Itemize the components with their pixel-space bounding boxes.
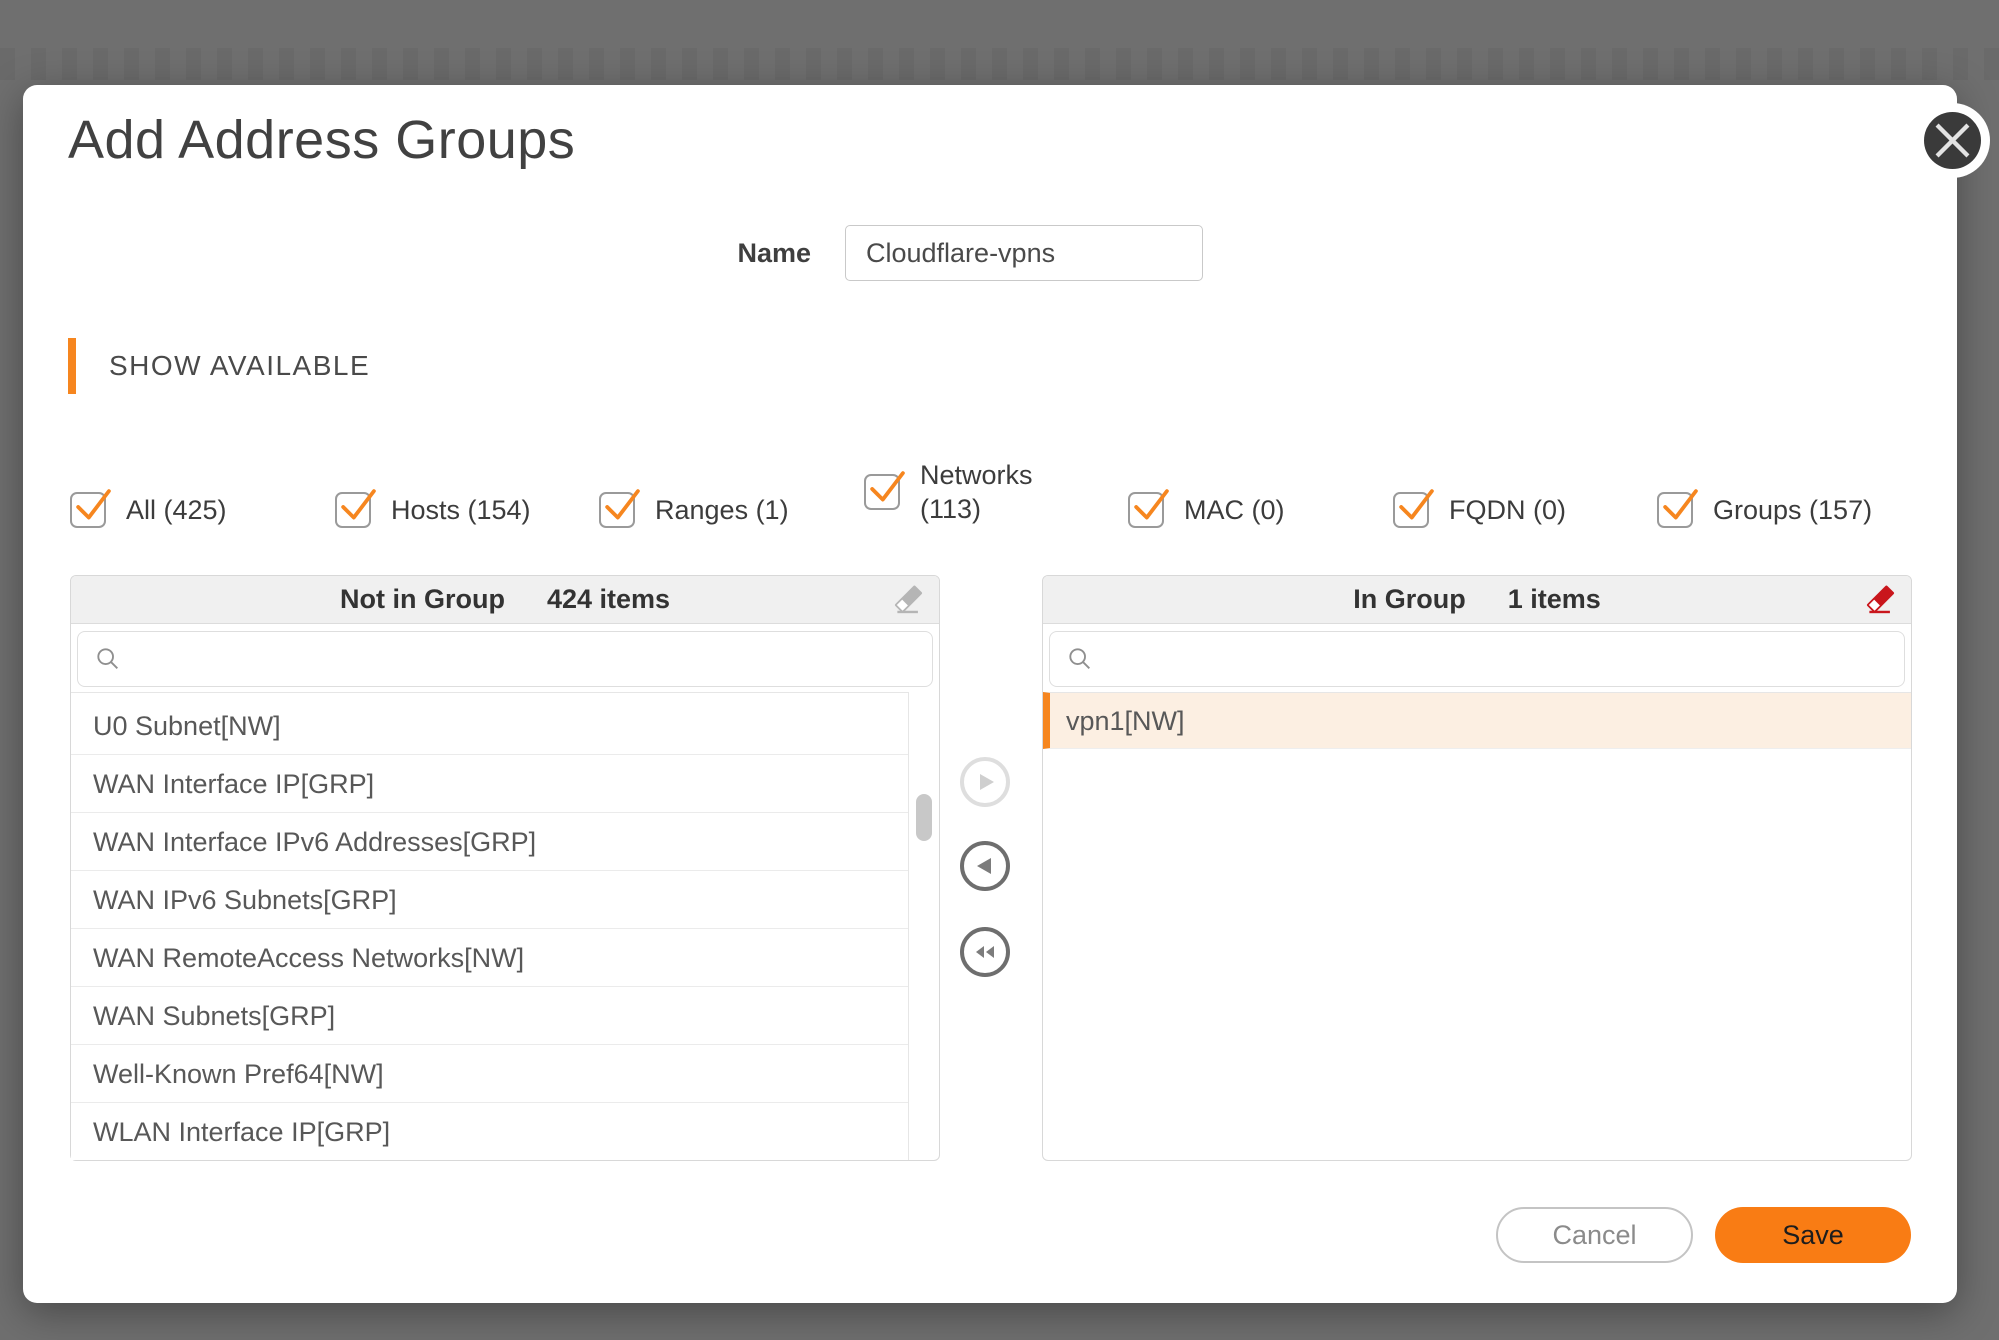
dialog-title: Add Address Groups	[68, 109, 575, 171]
clear-group-button[interactable]	[1863, 583, 1897, 617]
background-content-blur	[0, 48, 1999, 80]
left-list-scrollbar[interactable]	[908, 692, 939, 1160]
close-icon	[1924, 112, 1981, 169]
close-button[interactable]	[1924, 112, 1981, 169]
panel-title: In Group	[1353, 584, 1465, 615]
remove-all-from-group-button[interactable]	[960, 927, 1010, 977]
not-in-group-panel: Not in Group 424 items	[70, 575, 940, 1161]
checkbox-checked-icon[interactable]	[1128, 492, 1164, 528]
list-item[interactable]: WLAN Interface IP[GRP]	[71, 1103, 908, 1160]
checkbox-checked-icon[interactable]	[70, 492, 106, 528]
list-item[interactable]: WAN IPv6 Subnets[GRP]	[71, 871, 908, 929]
arrow-left-icon	[971, 852, 999, 880]
double-arrow-left-icon	[971, 938, 999, 966]
save-button[interactable]: Save	[1715, 1207, 1911, 1263]
filter-label: All (425)	[126, 495, 227, 526]
add-address-groups-dialog: Add Address Groups Name SHOW AVAILABLE A…	[23, 85, 1957, 1303]
filter-all[interactable]: All (425)	[70, 492, 227, 528]
show-available-heading: SHOW AVAILABLE	[68, 338, 370, 394]
modal-overlay: Add Address Groups Name SHOW AVAILABLE A…	[0, 0, 1999, 1340]
panel-count: 1 items	[1508, 584, 1601, 615]
section-title: SHOW AVAILABLE	[109, 350, 370, 382]
section-accent-bar	[68, 338, 76, 394]
name-input[interactable]	[845, 225, 1203, 281]
filter-label: MAC (0)	[1184, 495, 1285, 526]
right-search-input[interactable]	[1049, 631, 1905, 687]
filter-mac[interactable]: MAC (0)	[1128, 492, 1285, 528]
list-item[interactable]: WAN Subnets[GRP]	[71, 987, 908, 1045]
arrow-right-icon	[971, 768, 999, 796]
clear-left-selection-button[interactable]	[891, 583, 925, 617]
list-item[interactable]: WAN Interface IP[GRP]	[71, 755, 908, 813]
eraser-icon	[891, 583, 925, 617]
filter-label: Networks (113)	[920, 458, 1040, 526]
search-icon	[1066, 645, 1094, 673]
move-to-group-button[interactable]	[960, 757, 1010, 807]
checkbox-checked-icon[interactable]	[864, 474, 900, 510]
left-search	[77, 631, 933, 687]
checkbox-checked-icon[interactable]	[1393, 492, 1429, 528]
eraser-icon	[1863, 583, 1897, 617]
checkbox-checked-icon[interactable]	[599, 492, 635, 528]
right-search	[1049, 631, 1905, 687]
list-item[interactable]: Well-Known Pref64[NW]	[71, 1045, 908, 1103]
filter-fqdn[interactable]: FQDN (0)	[1393, 492, 1566, 528]
filter-groups[interactable]: Groups (157)	[1657, 492, 1872, 528]
remove-from-group-button[interactable]	[960, 841, 1010, 891]
checkbox-checked-icon[interactable]	[335, 492, 371, 528]
filter-label: Hosts (154)	[391, 495, 531, 526]
left-search-input[interactable]	[77, 631, 933, 687]
filter-hosts[interactable]: Hosts (154)	[335, 492, 531, 528]
filter-label: Ranges (1)	[655, 495, 789, 526]
filter-label: Groups (157)	[1713, 495, 1872, 526]
cancel-button[interactable]: Cancel	[1496, 1207, 1693, 1263]
not-in-group-list: U0 Subnet[NW] WAN Interface IP[GRP] WAN …	[71, 692, 908, 1160]
selected-group-member[interactable]: vpn1[NW]	[1043, 692, 1911, 749]
filter-ranges[interactable]: Ranges (1)	[599, 492, 789, 528]
list-item[interactable]: WAN RemoteAccess Networks[NW]	[71, 929, 908, 987]
panel-count: 424 items	[547, 584, 670, 615]
name-label: Name	[691, 238, 811, 269]
list-item[interactable]: WAN Interface IPv6 Addresses[GRP]	[71, 813, 908, 871]
list-item[interactable]: U0 Subnet[NW]	[71, 697, 908, 755]
search-icon	[94, 645, 122, 673]
checkbox-checked-icon[interactable]	[1657, 492, 1693, 528]
in-group-panel: In Group 1 items	[1042, 575, 1912, 1161]
not-in-group-header: Not in Group 424 items	[71, 576, 939, 624]
filter-networks[interactable]: Networks (113)	[864, 458, 1040, 526]
filter-label: FQDN (0)	[1449, 495, 1566, 526]
panel-title: Not in Group	[340, 584, 505, 615]
in-group-header: In Group 1 items	[1043, 576, 1911, 624]
scrollbar-thumb[interactable]	[916, 794, 932, 841]
